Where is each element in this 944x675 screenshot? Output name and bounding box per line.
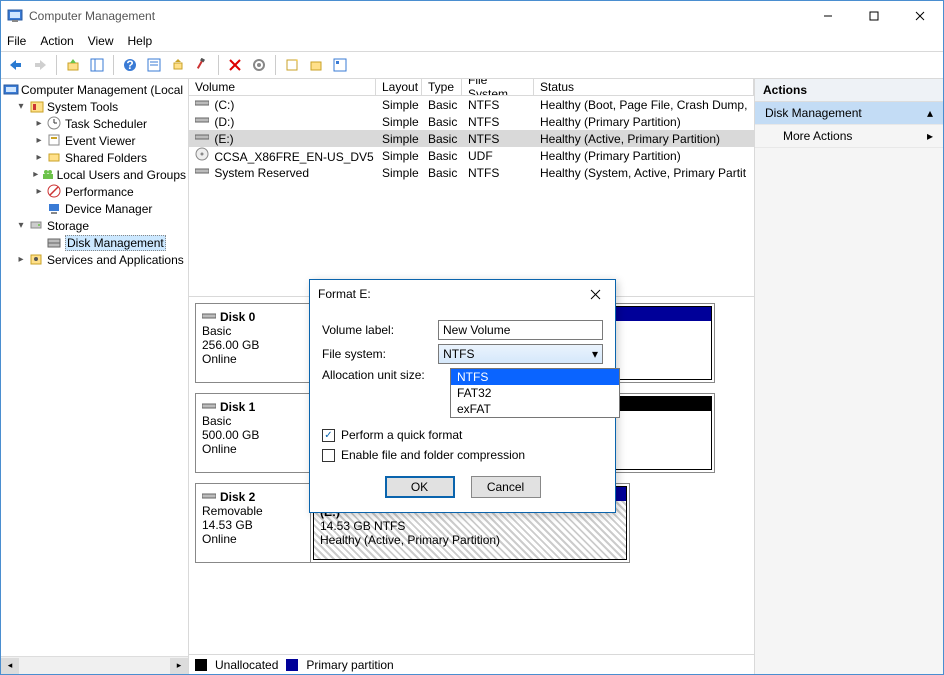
format-dialog: Format E: Volume label: File system: NTF… [309,279,616,513]
legend-primary: Primary partition [306,658,393,672]
volume-list[interactable]: (C:)SimpleBasicNTFSHealthy (Boot, Page F… [189,96,754,296]
actions-header: Actions [755,79,943,102]
toolbar: ? [1,51,943,79]
tree-root[interactable]: Computer Management (Local [1,81,188,98]
close-button[interactable] [897,1,943,31]
collapse-icon: ▴ [927,106,933,120]
volume-header: Volume Layout Type File System Status [189,79,754,96]
volume-row[interactable]: CCSA_X86FRE_EN-US_DV5 (Z:)SimpleBasicUDF… [189,147,754,164]
ok-button[interactable]: OK [385,476,455,498]
console-tree[interactable]: Computer Management (Local ▾ System Tool… [1,79,189,674]
app-icon [7,8,23,24]
scroll-left-icon[interactable]: ◂ [1,658,19,674]
dialog-title: Format E: [318,287,583,301]
chevron-right-icon: ▸ [927,129,933,143]
show-hide-tree-button[interactable] [86,54,108,76]
volume-label-input[interactable] [438,320,603,340]
menu-help[interactable]: Help [128,34,153,48]
checkbox-checked-icon: ✓ [322,429,335,442]
menu-file[interactable]: File [7,34,26,48]
checkbox-unchecked-icon [322,449,335,462]
action-button[interactable] [191,54,213,76]
new-button[interactable] [281,54,303,76]
tree-shared-folders[interactable]: ▸Shared Folders [1,149,188,166]
chevron-down-icon: ▾ [592,347,598,361]
tree-task-scheduler[interactable]: ▸Task Scheduler [1,115,188,132]
allocation-size-label: Allocation unit size: [322,368,442,382]
col-volume[interactable]: Volume [189,79,376,95]
chevron-right-icon[interactable]: ▸ [31,186,47,197]
settings-button[interactable] [248,54,270,76]
delete-button[interactable] [224,54,246,76]
volume-row[interactable]: (C:)SimpleBasicNTFSHealthy (Boot, Page F… [189,96,754,113]
tree-system-tools[interactable]: ▾ System Tools [1,98,188,115]
fs-option-fat32[interactable]: FAT32 [451,385,619,401]
legend-unallocated: Unallocated [215,658,278,672]
chevron-right-icon[interactable]: ▸ [31,135,47,146]
quick-format-checkbox[interactable]: ✓ Perform a quick format [322,428,603,442]
svg-text:?: ? [126,58,133,72]
volume-row[interactable]: (E:)SimpleBasicNTFSHealthy (Active, Prim… [189,130,754,147]
dialog-close-button[interactable] [583,282,607,306]
actions-disk-management[interactable]: Disk Management ▴ [755,102,943,125]
chevron-right-icon[interactable]: ▸ [31,118,47,129]
menubar: File Action View Help [1,31,943,51]
col-status[interactable]: Status [534,79,754,95]
tree-services[interactable]: ▸Services and Applications [1,251,188,268]
tree-event-viewer[interactable]: ▸Event Viewer [1,132,188,149]
up-button[interactable] [62,54,84,76]
chevron-right-icon[interactable]: ▸ [13,254,29,265]
titlebar: Computer Management [1,1,943,31]
col-fs[interactable]: File System [462,79,534,95]
tree-local-users[interactable]: ▸Local Users and Groups [1,166,188,183]
col-layout[interactable]: Layout [376,79,422,95]
actions-more[interactable]: More Actions ▸ [755,125,943,148]
file-system-dropdown[interactable]: NTFS ▾ [438,344,603,364]
tree-device-manager[interactable]: Device Manager [1,200,188,217]
refresh-button[interactable] [167,54,189,76]
col-type[interactable]: Type [422,79,462,95]
volume-row[interactable]: (D:)SimpleBasicNTFSHealthy (Primary Part… [189,113,754,130]
list-button[interactable] [329,54,351,76]
help-button[interactable]: ? [119,54,141,76]
actions-pane: Actions Disk Management ▴ More Actions ▸ [755,79,943,674]
window-title: Computer Management [29,9,805,23]
forward-button[interactable] [29,54,51,76]
chevron-right-icon[interactable]: ▸ [31,152,47,163]
chevron-down-icon[interactable]: ▾ [13,101,29,112]
file-system-dropdown-list[interactable]: NTFS FAT32 exFAT [450,368,620,418]
tree-performance[interactable]: ▸Performance [1,183,188,200]
chevron-right-icon[interactable]: ▸ [31,169,41,180]
minimize-button[interactable] [805,1,851,31]
tree-hscroll[interactable]: ◂▸ [1,656,188,674]
legend-unallocated-swatch [195,659,207,671]
scroll-right-icon[interactable]: ▸ [170,658,188,674]
file-system-label: File system: [322,347,438,361]
main-window: Computer Management File Action View Hel… [0,0,944,675]
open-button[interactable] [305,54,327,76]
dialog-titlebar[interactable]: Format E: [310,280,615,308]
menu-action[interactable]: Action [40,34,73,48]
compression-checkbox[interactable]: Enable file and folder compression [322,448,603,462]
tree-disk-management[interactable]: Disk Management [1,234,188,251]
back-button[interactable] [5,54,27,76]
menu-view[interactable]: View [88,34,114,48]
cancel-button[interactable]: Cancel [471,476,541,498]
fs-option-ntfs[interactable]: NTFS [451,369,619,385]
chevron-down-icon[interactable]: ▾ [13,220,29,231]
properties-button[interactable] [143,54,165,76]
legend: Unallocated Primary partition [189,654,754,674]
maximize-button[interactable] [851,1,897,31]
volume-row[interactable]: System ReservedSimpleBasicNTFSHealthy (S… [189,164,754,181]
fs-option-exfat[interactable]: exFAT [451,401,619,417]
volume-label-label: Volume label: [322,323,438,337]
legend-primary-swatch [286,659,298,671]
tree-storage[interactable]: ▾Storage [1,217,188,234]
